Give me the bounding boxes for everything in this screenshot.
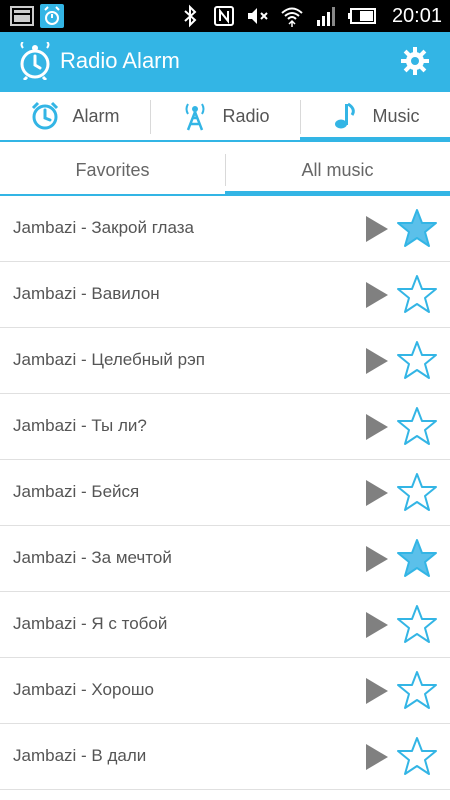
play-icon[interactable] bbox=[364, 610, 390, 640]
star-outline-icon[interactable] bbox=[396, 406, 438, 448]
star-outline-icon[interactable] bbox=[396, 274, 438, 316]
track-title: Jambazi - Ты ли? bbox=[13, 416, 147, 435]
track-title: Jambazi - Бейся bbox=[13, 482, 140, 501]
star-outline-icon[interactable] bbox=[396, 604, 438, 646]
track-row[interactable]: Jambazi - Закрой глаза bbox=[0, 196, 450, 262]
track-title: Jambazi - Вавилон bbox=[13, 284, 160, 303]
play-icon[interactable] bbox=[364, 676, 390, 706]
signal-icon bbox=[316, 7, 335, 26]
play-icon[interactable] bbox=[364, 214, 390, 244]
alarm-notification-icon bbox=[40, 4, 64, 28]
star-filled-icon[interactable] bbox=[396, 208, 438, 250]
tab-alarm-label: Alarm bbox=[72, 105, 120, 126]
subtab-all-music[interactable]: All music bbox=[225, 144, 450, 196]
track-title: Jambazi - Я с тобой bbox=[13, 614, 168, 633]
tab-music-label: Music bbox=[372, 105, 420, 126]
status-clock: 20:01 bbox=[391, 5, 442, 27]
tab-radio-label: Radio bbox=[222, 105, 270, 126]
track-row[interactable]: Jambazi - Вавилон bbox=[0, 262, 450, 328]
image-notification-icon bbox=[10, 6, 34, 26]
track-title: Jambazi - Целебный рэп bbox=[13, 350, 205, 369]
track-row[interactable]: Jambazi - В дали bbox=[0, 724, 450, 790]
star-outline-icon[interactable] bbox=[396, 736, 438, 778]
main-tabs: Alarm Radio Music bbox=[0, 92, 450, 142]
app-bar: Radio Alarm bbox=[0, 32, 450, 92]
status-bar: 20:01 bbox=[0, 0, 450, 32]
subtab-favorites[interactable]: Favorites bbox=[0, 144, 225, 196]
track-row[interactable]: Jambazi - Бейся bbox=[0, 460, 450, 526]
tab-radio[interactable]: Radio bbox=[150, 92, 300, 140]
star-filled-icon[interactable] bbox=[396, 538, 438, 580]
star-outline-icon[interactable] bbox=[396, 340, 438, 382]
play-icon[interactable] bbox=[364, 280, 390, 310]
play-icon[interactable] bbox=[364, 478, 390, 508]
music-subtabs: Favorites All music bbox=[0, 144, 450, 196]
tab-music[interactable]: Music bbox=[300, 92, 450, 142]
nfc-icon bbox=[213, 6, 234, 26]
alarm-clock-icon bbox=[32, 101, 59, 130]
star-outline-icon[interactable] bbox=[396, 472, 438, 514]
app-title: Radio Alarm bbox=[60, 48, 180, 73]
track-title: Jambazi - Хорошо bbox=[13, 680, 155, 699]
alarm-clock-logo-icon bbox=[20, 42, 50, 80]
play-icon[interactable] bbox=[364, 544, 390, 574]
mute-icon bbox=[247, 8, 268, 24]
settings-gear-icon[interactable] bbox=[400, 46, 430, 76]
track-list: Jambazi - Закрой глаза Jambazi - Вавилон J… bbox=[0, 196, 450, 790]
track-title: Jambazi - В дали bbox=[13, 746, 147, 765]
track-row[interactable]: Jambazi - Целебный рэп bbox=[0, 328, 450, 394]
track-row[interactable]: Jambazi - Я с тобой bbox=[0, 592, 450, 658]
tab-alarm[interactable]: Alarm bbox=[0, 92, 150, 140]
play-icon[interactable] bbox=[364, 742, 390, 772]
track-row[interactable]: Jambazi - Ты ли? bbox=[0, 394, 450, 460]
bluetooth-icon bbox=[184, 4, 197, 28]
track-title: Jambazi - За мечтой bbox=[13, 548, 172, 567]
music-note-icon bbox=[335, 102, 356, 129]
play-icon[interactable] bbox=[364, 412, 390, 442]
wifi-icon bbox=[281, 7, 303, 27]
track-row[interactable]: Jambazi - Хорошо bbox=[0, 658, 450, 724]
track-row[interactable]: Jambazi - За мечтой bbox=[0, 526, 450, 592]
radio-tower-icon bbox=[185, 103, 205, 131]
battery-icon bbox=[347, 8, 376, 24]
star-outline-icon[interactable] bbox=[396, 670, 438, 712]
track-title: Jambazi - Закрой глаза bbox=[13, 218, 194, 237]
play-icon[interactable] bbox=[364, 346, 390, 376]
